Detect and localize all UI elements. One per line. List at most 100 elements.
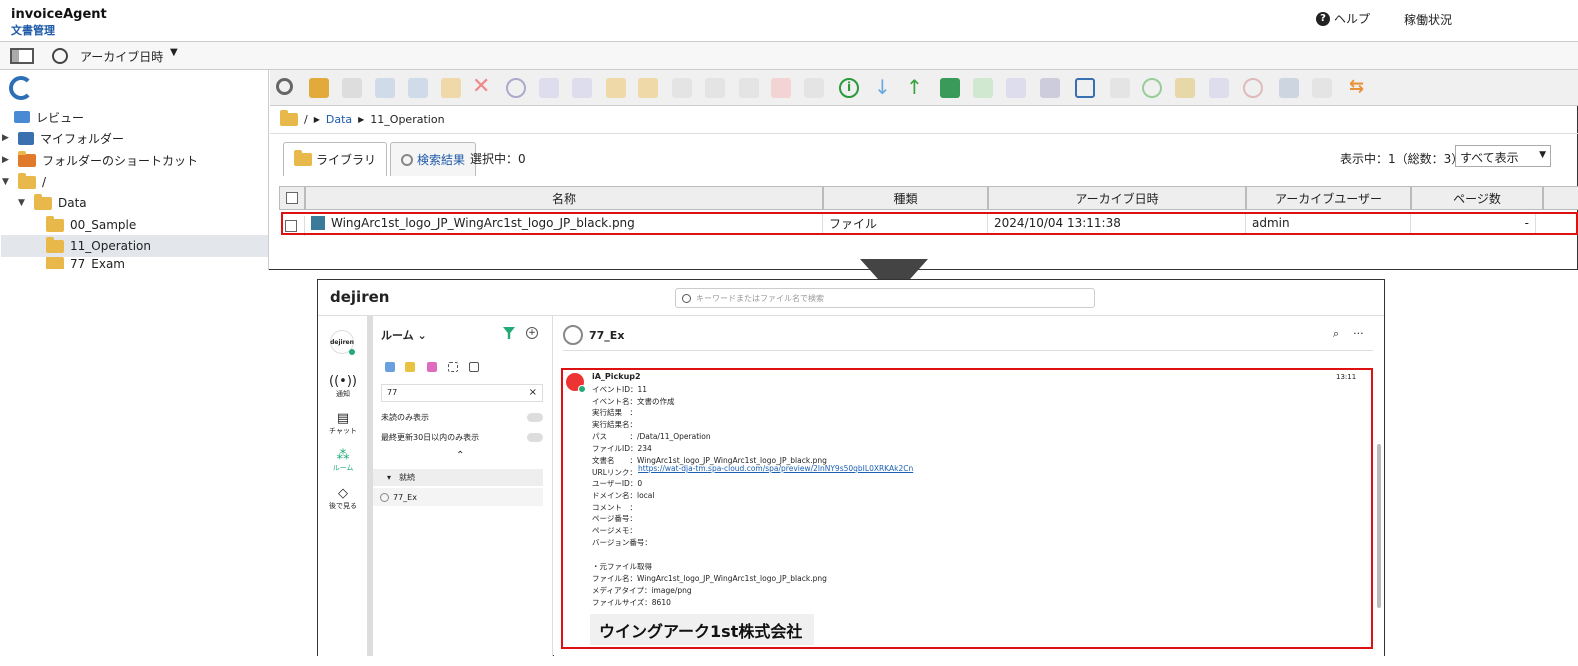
breadcrumb-data[interactable]: Data (326, 113, 352, 126)
expand-icon[interactable]: ▶ (2, 133, 12, 143)
export-icon[interactable] (1006, 78, 1026, 98)
display-filter-select[interactable]: すべて表示 (1455, 145, 1551, 167)
new-folder-icon[interactable] (309, 78, 329, 98)
view-icon[interactable] (572, 78, 592, 98)
add-user-icon[interactable] (1279, 78, 1299, 98)
edit-icon[interactable] (638, 78, 658, 98)
sync-icon[interactable] (1142, 78, 1162, 98)
archive-date-label[interactable]: アーカイブ日時 (80, 48, 163, 65)
text-icon[interactable] (672, 78, 692, 98)
more-icon[interactable]: ··· (1353, 327, 1364, 341)
tree-item-data[interactable]: ▼ Data (18, 192, 87, 214)
delete-icon[interactable]: ✕ (472, 74, 492, 99)
tree-item-shortcut[interactable]: ▶ フォルダーのショートカット (2, 149, 198, 171)
help-link[interactable]: ? ヘルプ (1316, 10, 1370, 27)
csv-download-icon[interactable] (940, 78, 960, 98)
toggle-unread[interactable] (527, 413, 543, 422)
dejiren-search-input[interactable]: キーワードまたはファイル名で検索 (675, 288, 1095, 308)
shortcut-folder-icon (18, 150, 36, 167)
tab-library[interactable]: ライブラリ (283, 142, 388, 176)
nav-notifications[interactable]: ((•)) 通知 (325, 374, 361, 399)
toggle-unread-label: 未読のみ表示 (381, 413, 429, 422)
collapse-icon[interactable]: ▼ (2, 177, 12, 187)
column-header-archive-date[interactable]: アーカイブ日時 (988, 186, 1246, 210)
column-header-type[interactable]: 種類 (823, 186, 988, 210)
text-edit-icon[interactable] (705, 78, 725, 98)
color-tag-pink[interactable] (427, 362, 437, 372)
nav-chat[interactable]: ▤ チャット (325, 411, 361, 436)
tab-search-results[interactable]: 検索結果 (390, 142, 477, 176)
tree-item-77-exam[interactable]: 77_Exam (46, 257, 125, 269)
sign-icon[interactable] (1312, 78, 1332, 98)
clock-icon[interactable] (1243, 78, 1263, 98)
preview-icon[interactable] (539, 78, 559, 98)
download-icon[interactable]: ↓ (874, 75, 894, 99)
column-header-extra (1543, 186, 1578, 210)
search-icon[interactable]: ⌕ (1333, 327, 1339, 341)
scrollbar[interactable] (1377, 444, 1381, 608)
search-icon[interactable] (276, 78, 293, 95)
add-room-icon[interactable]: + (526, 327, 538, 339)
lock-icon[interactable] (606, 78, 626, 98)
tree-item-root[interactable]: ▼ / (2, 171, 46, 193)
breadcrumb-root[interactable]: / (304, 113, 308, 126)
document-icon[interactable] (804, 78, 824, 98)
copy-icon[interactable] (408, 78, 428, 98)
channel-header: 77_Ex (563, 325, 624, 345)
upload-icon[interactable]: ↑ (906, 75, 926, 99)
nav-later[interactable]: ◇ 後で見る (325, 486, 361, 511)
select-tag-icon[interactable] (448, 362, 458, 372)
select-all-checkbox[interactable] (286, 192, 298, 204)
archive-dropdown-icon[interactable]: ▼ (170, 47, 178, 58)
tree-item-11-operation[interactable]: 11_Operation (46, 235, 151, 257)
breadcrumb-current: 11_Operation (370, 113, 445, 126)
column-header-name[interactable]: 名称 (305, 186, 823, 210)
info-icon[interactable]: i (839, 78, 859, 98)
import-icon[interactable] (1110, 78, 1130, 98)
chat-icon: ▤ (336, 411, 350, 426)
clear-icon[interactable]: × (529, 387, 537, 398)
breadcrumb: / ▶ Data ▶ 11_Operation (270, 106, 1578, 134)
tree-item-my-folder[interactable]: ▶ マイフォルダー (2, 127, 124, 149)
chevron-up-icon[interactable]: ⌃ (456, 450, 464, 461)
add-document-icon[interactable] (973, 78, 993, 98)
pdf-icon[interactable] (771, 78, 791, 98)
nav-room[interactable]: ⁂ ルーム (325, 448, 361, 473)
rename-icon[interactable] (342, 78, 362, 98)
brand-subtitle: 文書管理 (11, 24, 55, 37)
print-icon[interactable] (1040, 78, 1060, 98)
folder-icon (280, 110, 298, 126)
status-link[interactable]: 稼働状況 (1404, 11, 1452, 28)
panel-toggle-icon[interactable] (10, 48, 34, 64)
color-tag-yellow[interactable] (405, 362, 415, 372)
room-list-item[interactable]: 77_Ex (373, 488, 543, 506)
room-search-input[interactable]: 77 × (381, 384, 543, 402)
room-category[interactable]: ▾ 就続 (373, 469, 543, 486)
tree-item-label: 11_Operation (70, 239, 151, 253)
room-header[interactable]: ルーム ⌄ (381, 327, 427, 343)
toggle-recent[interactable] (527, 433, 543, 442)
tree-item-review[interactable]: レビュー (14, 106, 84, 128)
property-icon[interactable] (1175, 78, 1195, 98)
paste-icon[interactable] (441, 78, 461, 98)
column-header-pages[interactable]: ページ数 (1411, 186, 1543, 210)
expand-icon[interactable]: ▶ (2, 155, 12, 165)
table-icon[interactable] (1075, 78, 1095, 98)
tree-item-label: / (42, 175, 47, 189)
color-tag-blue[interactable] (385, 362, 395, 372)
swap-icon[interactable]: ⇆ (1349, 76, 1369, 97)
hand-icon[interactable] (1209, 78, 1229, 98)
refresh-icon[interactable] (9, 76, 33, 100)
column-header-archive-user[interactable]: アーカイブユーザー (1246, 186, 1411, 210)
folder-icon (294, 150, 312, 166)
add-tag-icon[interactable] (469, 362, 479, 372)
display-count: 表示中：1（総数：3） (1340, 152, 1464, 166)
link-icon[interactable] (739, 78, 759, 98)
search-placeholder: キーワードまたはファイル名で検索 (696, 293, 824, 303)
play-icon[interactable] (506, 78, 526, 98)
collapse-icon[interactable]: ▼ (18, 198, 28, 208)
move-icon[interactable] (375, 78, 395, 98)
online-status-dot (349, 349, 355, 355)
tree-item-00-sample[interactable]: 00_Sample (46, 214, 136, 236)
brand-title: invoiceAgent (11, 7, 107, 22)
